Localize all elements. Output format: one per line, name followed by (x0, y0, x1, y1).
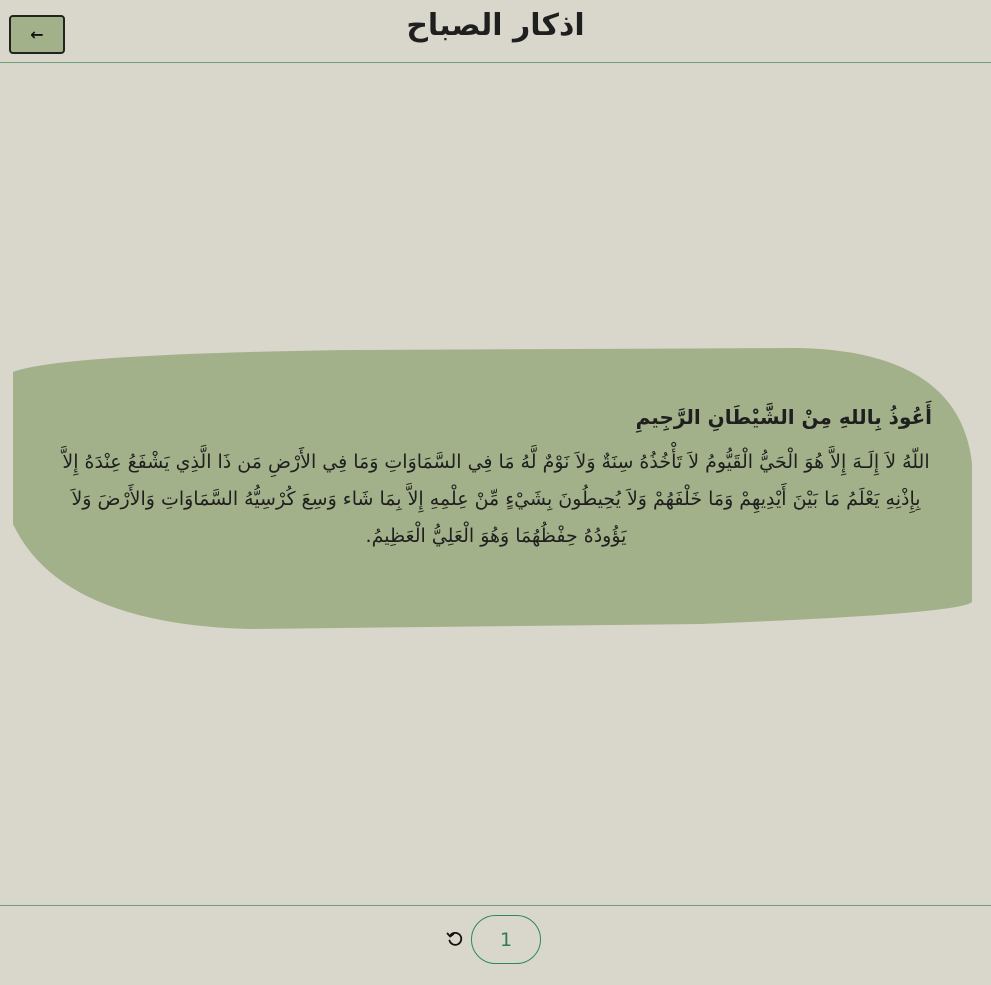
footer: 1 (0, 905, 991, 985)
app: ← اذكار الصباح أَعُوذُ بِاللهِ مِنْ الشَ… (0, 0, 991, 985)
counter-value: 1 (499, 928, 513, 951)
reset-icon[interactable] (446, 930, 464, 948)
page-title: اذكار الصباح (406, 8, 585, 43)
header: ← اذكار الصباح (0, 0, 991, 63)
counter-button[interactable]: 1 (471, 915, 541, 964)
card-body: اللّهُ لاَ إِلَـهَ إِلاَّ هُوَ الْحَيُّ … (62, 451, 930, 547)
card-intro: أَعُوذُ بِاللهِ مِنْ الشَّيْطَانِ الرَّج… (635, 405, 932, 429)
dhikr-card-text: أَعُوذُ بِاللهِ مِنْ الشَّيْطَانِ الرَّج… (60, 404, 932, 555)
content-area: أَعُوذُ بِاللهِ مِنْ الشَّيْطَانِ الرَّج… (0, 64, 991, 904)
